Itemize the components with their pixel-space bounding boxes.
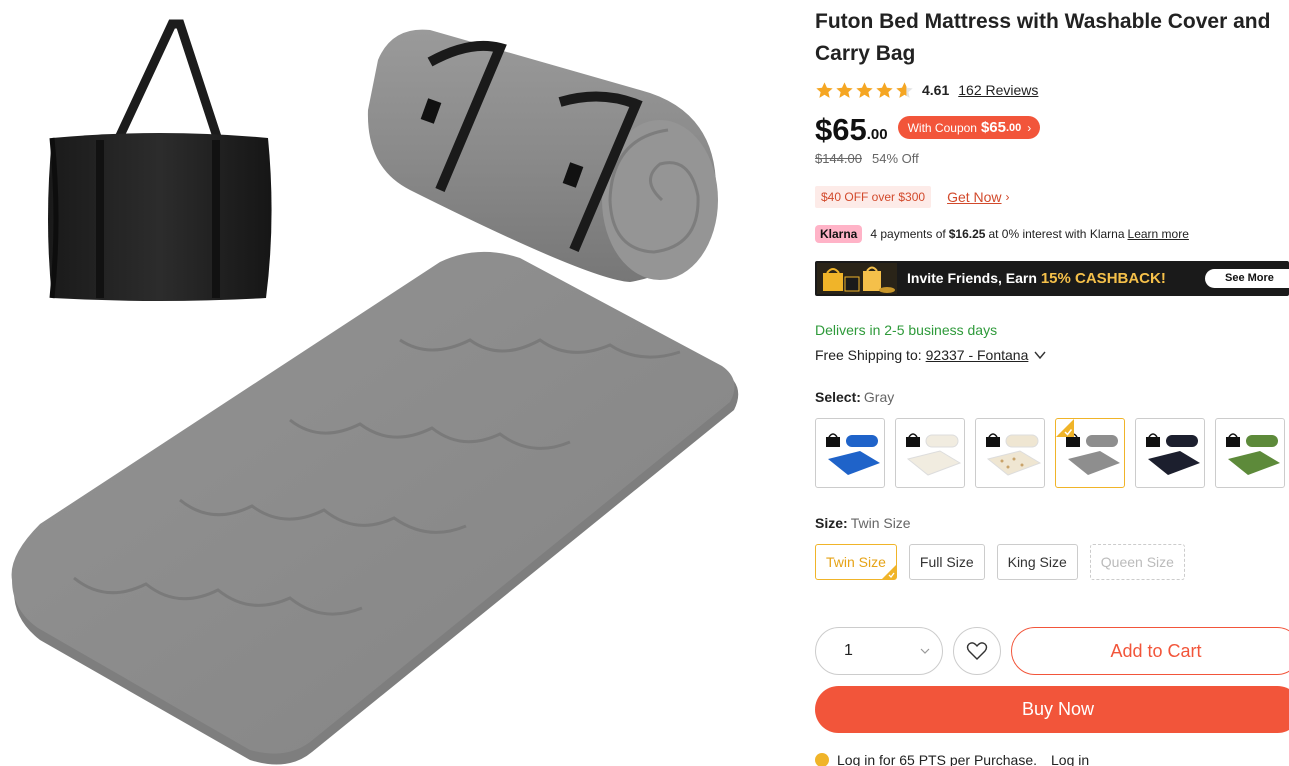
chevron-right-icon: › bbox=[1005, 190, 1010, 204]
color-label-key: Select: bbox=[815, 389, 861, 405]
size-option-queen[interactable]: Queen Size bbox=[1089, 544, 1185, 580]
size-selected-value: Twin Size bbox=[850, 515, 911, 531]
size-option-twin[interactable]: Twin Size bbox=[815, 544, 897, 580]
promo-row: $40 OFF over $300 Get Now › bbox=[815, 185, 1010, 209]
size-option-label: Full Size bbox=[919, 554, 974, 570]
green-mattress-thumb bbox=[1226, 433, 1280, 475]
chevron-down-icon bbox=[920, 648, 930, 654]
delivery-estimate: Delivers in 2-5 business days bbox=[815, 322, 998, 338]
rolled-mattress bbox=[367, 29, 718, 282]
carry-bag bbox=[48, 19, 272, 301]
price: $65 bbox=[815, 112, 867, 147]
shipping-label: Free Shipping to: bbox=[815, 347, 922, 363]
points-text: Log in for 65 PTS per Purchase. bbox=[837, 752, 1037, 766]
rating-value: 4.61 bbox=[922, 82, 950, 98]
swatch-green[interactable] bbox=[1215, 418, 1285, 488]
size-option-king[interactable]: King Size bbox=[996, 544, 1078, 580]
color-swatches bbox=[815, 418, 1285, 488]
size-option-label: King Size bbox=[1007, 554, 1067, 570]
product-image[interactable] bbox=[0, 0, 800, 766]
swatch-blue[interactable] bbox=[815, 418, 885, 488]
star-icon bbox=[856, 81, 873, 98]
shipping-zip-link[interactable]: 92337 - Fontana bbox=[926, 347, 1029, 363]
klarna-text-post: at 0% interest with Klarna bbox=[988, 227, 1125, 241]
quantity-value: 1 bbox=[844, 642, 853, 659]
quantity-select[interactable]: 1 bbox=[815, 627, 943, 675]
banner-text: Invite Friends, Earn 15% CASHBACK! bbox=[907, 270, 1166, 287]
selected-check-icon bbox=[881, 565, 896, 579]
half-star-icon bbox=[896, 81, 913, 98]
original-price-row: $144.00 54% Off bbox=[815, 151, 919, 166]
add-to-cart-button[interactable]: Add to Cart bbox=[1011, 627, 1289, 675]
star-icon bbox=[816, 81, 833, 98]
floral-mattress-thumb bbox=[986, 433, 1042, 476]
product-info-panel: Futon Bed Mattress with Washable Cover a… bbox=[815, 0, 1289, 766]
size-option-full[interactable]: Full Size bbox=[908, 544, 985, 580]
swatch-gray[interactable] bbox=[1055, 418, 1125, 488]
original-price: $144.00 bbox=[815, 151, 862, 166]
coin-icon bbox=[815, 753, 829, 766]
swatch-floral[interactable] bbox=[975, 418, 1045, 488]
klarna-amount: $16.25 bbox=[948, 227, 986, 241]
price-row: $65 .00 With Coupon $65 .00 › bbox=[815, 110, 1041, 150]
get-now-link[interactable]: Get Now bbox=[947, 189, 1001, 205]
price-cents: .00 bbox=[866, 126, 888, 143]
see-more-button[interactable]: See More bbox=[1205, 269, 1289, 288]
product-title: Futon Bed Mattress with Washable Cover a… bbox=[815, 10, 1271, 65]
navy-mattress-thumb bbox=[1146, 433, 1200, 475]
banner-highlight: 15% CASHBACK! bbox=[1040, 270, 1166, 287]
swatch-cream[interactable] bbox=[895, 418, 965, 488]
coupon-label: With Coupon bbox=[907, 120, 977, 135]
coupon-amount: $65 bbox=[980, 119, 1006, 136]
points-row: Log in for 65 PTS per Purchase. Log in bbox=[815, 752, 1089, 766]
rating-row: 4.61 162 Reviews bbox=[815, 80, 1038, 100]
klarna-text-pre: 4 payments of bbox=[870, 227, 946, 241]
buy-now-button[interactable]: Buy Now bbox=[815, 686, 1289, 733]
coupon-button[interactable]: With Coupon $65 .00 › bbox=[897, 116, 1041, 139]
star-icon bbox=[876, 81, 893, 98]
login-link[interactable]: Log in bbox=[1051, 752, 1089, 766]
swatch-navy[interactable] bbox=[1135, 418, 1205, 488]
color-label: Select: Gray bbox=[815, 389, 894, 405]
star-rating bbox=[815, 81, 914, 100]
klarna-logo: Klarna bbox=[815, 225, 863, 243]
star-icon bbox=[836, 81, 853, 98]
size-label-key: Size: bbox=[815, 515, 848, 531]
wishlist-button[interactable] bbox=[953, 627, 1001, 675]
size-options: Twin Size Full Size King Size Queen Size bbox=[815, 544, 1185, 580]
klarna-row: Klarna 4 payments of $16.25 at 0% intere… bbox=[815, 224, 1189, 244]
size-option-label: Twin Size bbox=[826, 554, 886, 570]
size-option-label: Queen Size bbox=[1100, 554, 1174, 570]
klarna-learn-more-link[interactable]: Learn more bbox=[1128, 227, 1189, 241]
promo-badge: $40 OFF over $300 bbox=[815, 186, 932, 208]
heart-icon bbox=[966, 642, 988, 660]
size-label: Size: Twin Size bbox=[815, 515, 911, 531]
discount-percent: 54% Off bbox=[872, 151, 919, 166]
color-selected-value: Gray bbox=[863, 389, 895, 405]
shipping-row: Free Shipping to: 92337 - Fontana bbox=[815, 347, 1046, 363]
product-photo bbox=[11, 19, 739, 765]
selected-check-icon bbox=[1056, 419, 1074, 437]
blue-mattress-thumb bbox=[826, 433, 880, 475]
chevron-right-icon: › bbox=[1027, 120, 1032, 135]
coupon-cents: .00 bbox=[1006, 121, 1022, 134]
cream-mattress-thumb bbox=[906, 433, 962, 476]
reviews-link[interactable]: 162 Reviews bbox=[958, 82, 1038, 98]
flat-mattress bbox=[11, 251, 739, 765]
cashback-banner[interactable]: Invite Friends, Earn 15% CASHBACK! See M… bbox=[815, 261, 1289, 296]
banner-lead: Invite Friends, Earn bbox=[907, 270, 1037, 286]
chevron-down-icon[interactable] bbox=[1034, 350, 1046, 360]
shopping-bags-icon bbox=[817, 263, 897, 294]
